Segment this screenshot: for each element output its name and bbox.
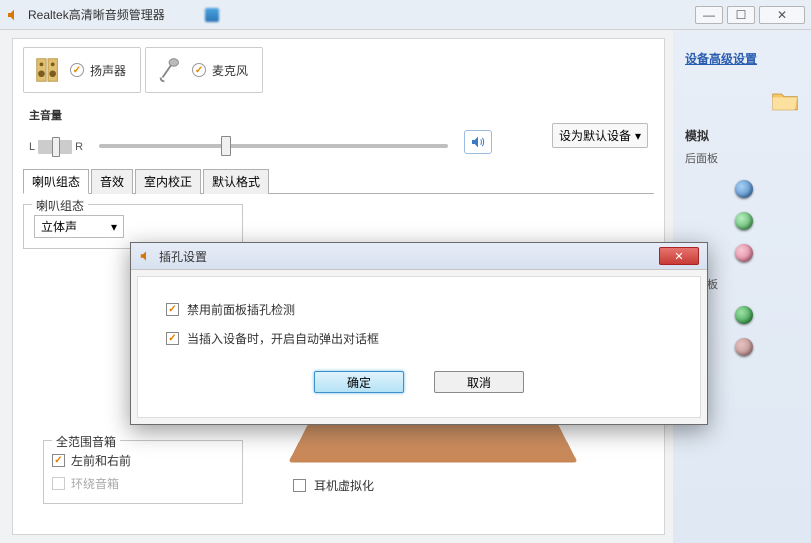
balance-left: L xyxy=(29,141,35,153)
jack-green[interactable] xyxy=(735,212,753,230)
fullrange-surround-row: 环绕音箱 xyxy=(52,472,234,495)
subtab-room[interactable]: 室内校正 xyxy=(135,169,201,194)
default-device-label: 设为默认设备 xyxy=(559,127,631,144)
check-badge-icon xyxy=(192,63,206,77)
minimize-button[interactable]: — xyxy=(695,6,723,24)
speaker-sound-icon xyxy=(469,134,487,150)
headphone-virt-label: 耳机虚拟化 xyxy=(314,477,374,494)
fullrange-group: 全范围音箱 左前和右前 环绕音箱 xyxy=(43,440,243,504)
fullrange-front-row[interactable]: 左前和右前 xyxy=(52,449,234,472)
ok-button[interactable]: 确定 xyxy=(314,371,404,393)
speaker-config-value: 立体声 xyxy=(41,218,77,235)
chevron-down-icon: ▾ xyxy=(635,129,641,143)
cancel-button[interactable]: 取消 xyxy=(434,371,524,393)
volume-row: L R 设为默认设备 ▾ xyxy=(23,123,654,168)
balance-right: R xyxy=(75,141,83,153)
dialog-body: 禁用前面板插孔检测 当插入设备时，开启自动弹出对话框 确定 取消 xyxy=(137,276,701,418)
checkbox-checked-icon[interactable] xyxy=(166,303,179,316)
analog-label: 模拟 xyxy=(685,127,799,144)
jack-blue[interactable] xyxy=(735,180,753,198)
speaker-config-legend: 喇叭组态 xyxy=(32,197,88,214)
close-button[interactable]: ✕ xyxy=(759,6,805,24)
speaker-app-icon xyxy=(6,7,22,23)
titlebar-extra-text xyxy=(231,6,267,23)
subtab-format[interactable]: 默认格式 xyxy=(203,169,269,194)
tab-mic-label: 麦克风 xyxy=(212,62,248,79)
advanced-settings-link[interactable]: 设备高级设置 xyxy=(685,50,799,67)
tab-mic[interactable]: 麦克风 xyxy=(145,47,263,93)
checkbox-checked-icon[interactable] xyxy=(52,454,65,467)
tab-speaker[interactable]: 扬声器 xyxy=(23,47,141,93)
window-controls: — ☐ ✕ xyxy=(695,6,805,24)
jack-pink[interactable] xyxy=(735,244,753,262)
fullrange-surround-label: 环绕音箱 xyxy=(71,475,119,492)
mic-icon xyxy=(154,54,186,86)
tab-speaker-label: 扬声器 xyxy=(90,62,126,79)
folder-icon[interactable] xyxy=(771,90,799,112)
sub-tabs: 喇叭组态 音效 室内校正 默认格式 xyxy=(23,168,654,194)
volume-slider[interactable] xyxy=(99,144,448,148)
jack-front-grey[interactable] xyxy=(735,338,753,356)
checkbox-icon[interactable] xyxy=(293,479,306,492)
check-badge-icon xyxy=(70,63,84,77)
jack-front-green[interactable] xyxy=(735,306,753,324)
fullrange-front-label: 左前和右前 xyxy=(71,452,131,469)
dialog-title: 插孔设置 xyxy=(159,248,653,265)
maximize-button[interactable]: ☐ xyxy=(727,6,755,24)
subtab-config[interactable]: 喇叭组态 xyxy=(23,169,89,194)
shield-icon xyxy=(205,8,219,22)
dialog-titlebar: 插孔设置 ✕ xyxy=(131,243,707,270)
rear-panel-label: 后面板 xyxy=(685,150,799,166)
dialog-option-2[interactable]: 当插入设备时，开启自动弹出对话框 xyxy=(166,324,672,353)
window-title: Realtek高清晰音频管理器 xyxy=(28,6,165,23)
speaker-config-dropdown[interactable]: 立体声 ▾ xyxy=(34,215,124,238)
dialog-option-1[interactable]: 禁用前面板插孔检测 xyxy=(166,295,672,324)
balance-control[interactable]: L R xyxy=(29,140,83,154)
dialog-option-1-label: 禁用前面板插孔检测 xyxy=(187,301,295,318)
speaker-icon xyxy=(139,249,153,263)
checkbox-checked-icon[interactable] xyxy=(166,332,179,345)
volume-label: 主音量 xyxy=(29,107,648,123)
headphone-virt-row[interactable]: 耳机虚拟化 xyxy=(293,477,374,494)
dialog-option-2-label: 当插入设备时，开启自动弹出对话框 xyxy=(187,330,379,347)
titlebar-extra xyxy=(205,6,267,23)
default-device-dropdown[interactable]: 设为默认设备 ▾ xyxy=(552,123,648,148)
speaker-icon xyxy=(32,54,64,86)
fullrange-legend: 全范围音箱 xyxy=(52,433,120,450)
balance-slider[interactable] xyxy=(38,140,72,154)
titlebar: Realtek高清晰音频管理器 — ☐ ✕ xyxy=(0,0,811,30)
chevron-down-icon: ▾ xyxy=(111,220,117,234)
jack-settings-dialog: 插孔设置 ✕ 禁用前面板插孔检测 当插入设备时，开启自动弹出对话框 确定 取消 xyxy=(130,242,708,425)
mute-button[interactable] xyxy=(464,130,492,154)
dialog-close-button[interactable]: ✕ xyxy=(659,247,699,265)
device-tabs: 扬声器 麦克风 xyxy=(23,47,654,93)
checkbox-disabled-icon xyxy=(52,477,65,490)
subtab-effects[interactable]: 音效 xyxy=(91,169,133,194)
